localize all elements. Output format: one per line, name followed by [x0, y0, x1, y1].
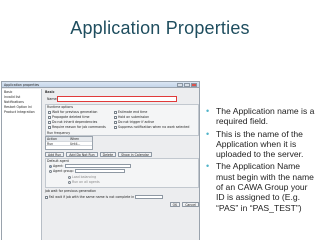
basic-form: Basic Name: Runtime options Wait for pre… — [43, 89, 199, 240]
radio-label: Agent: — [53, 164, 64, 168]
ok-button[interactable]: OK — [169, 202, 181, 207]
fail-wait-row: Fail wait if job with the same name is n… — [45, 195, 199, 200]
window-controls — [177, 83, 197, 87]
option-label: Propagate deleted time — [52, 115, 90, 119]
column-header: When — [70, 137, 80, 141]
bullet-marker-icon: • — [206, 128, 210, 139]
checkbox[interactable] — [114, 120, 117, 124]
radio-label: Load balancing — [72, 175, 97, 179]
show-in-calendar-button[interactable]: Show in Calendar — [118, 152, 152, 157]
checkbox[interactable] — [48, 125, 51, 129]
fail-wait-label: Fail wait if job with the same name is n… — [49, 195, 135, 199]
dialog-buttons: OK Cancel — [45, 202, 199, 207]
fail-wait-field[interactable] — [135, 195, 164, 199]
name-row: Name: — [45, 95, 199, 104]
table-cell: Run — [47, 141, 54, 146]
run-on-all-agents-option[interactable]: Run on all agents — [68, 180, 100, 185]
agent-group-field[interactable] — [74, 169, 125, 173]
bullet-item: • The Application name is a required fie… — [206, 106, 318, 127]
checkbox[interactable] — [48, 115, 51, 119]
radio-button[interactable] — [49, 164, 52, 168]
wait-label: Job wait for previous generation — [45, 189, 97, 193]
agent-field[interactable] — [64, 164, 131, 168]
bullet-text: This is the name of the Application when… — [216, 128, 304, 160]
dialog-title-bar: Application properties — [2, 82, 199, 88]
cancel-button[interactable]: Cancel — [182, 202, 199, 207]
option-label: Estimate end time — [118, 110, 148, 114]
minimize-button[interactable] — [177, 83, 183, 87]
application-properties-dialog: Application properties Basic Invalid lis… — [1, 81, 200, 240]
agent-group-radio[interactable]: Agent group: — [49, 169, 125, 174]
close-button[interactable] — [191, 83, 197, 87]
radio-label: Agent group: — [53, 169, 74, 173]
run-frequency-buttons: Add Run Add Do Not Run Delete Show in Ca… — [45, 152, 199, 157]
option-label: Do not inherit dependencies — [52, 120, 98, 124]
bullet-marker-icon: • — [206, 106, 210, 116]
default-agent-group: Default agent Agent: Agent group: Load b… — [45, 158, 199, 188]
checkbox[interactable] — [48, 110, 51, 114]
delete-button[interactable]: Delete — [99, 152, 117, 157]
table-cell: Until... — [70, 141, 81, 146]
bullet-list: • The Application name is a required fie… — [206, 106, 318, 215]
name-input[interactable] — [57, 96, 177, 102]
option-label: Wait for previous generation — [52, 110, 98, 114]
checkbox[interactable] — [45, 195, 48, 199]
radio-button[interactable] — [49, 169, 52, 173]
column-header: Action — [47, 137, 57, 141]
checkbox[interactable] — [114, 115, 117, 119]
run-frequency-table: Action When Run Until... — [45, 136, 93, 150]
option-label: Require reason for job commands — [52, 125, 106, 129]
bullet-item: • This is the name of the Application wh… — [206, 129, 318, 160]
maximize-button[interactable] — [184, 83, 190, 87]
radio-button[interactable] — [68, 180, 71, 184]
run-frequency-label: Run frequency — [47, 131, 71, 135]
bullet-text: The Application name is a required field… — [216, 106, 315, 127]
option-label: Do not trigger if active — [118, 120, 155, 124]
dialog-title: Application properties — [4, 83, 40, 87]
checkbox[interactable] — [114, 125, 117, 129]
table-row[interactable]: Run Until... — [46, 141, 92, 146]
checkbox[interactable] — [48, 120, 51, 124]
slide-title: Application Properties — [70, 18, 250, 38]
nav-item-product-integration[interactable]: Product Integration — [4, 110, 39, 115]
wait-previous-row: Job wait for previous generation — [45, 189, 199, 194]
option-label: Suppress notification when no work selec… — [118, 125, 190, 129]
add-run-button[interactable]: Add Run — [45, 152, 65, 157]
radio-label: Run on all agents — [72, 180, 100, 184]
checkbox[interactable] — [114, 110, 117, 114]
bullet-marker-icon: • — [206, 161, 210, 172]
option-suppress-notification[interactable]: Suppress notification when no work selec… — [114, 125, 189, 130]
name-label: Name: — [47, 97, 58, 101]
option-label: Hold on submission — [118, 115, 150, 119]
bullet-item: • The Application Name must begin with t… — [206, 161, 318, 212]
runtime-options: Runtime options Wait for previous genera… — [45, 104, 199, 136]
bullet-text: The Application Name must begin with the… — [216, 161, 314, 213]
option-require-reason[interactable]: Require reason for job commands — [48, 125, 106, 130]
add-do-not-run-button[interactable]: Add Do Not Run — [66, 152, 98, 157]
radio-button[interactable] — [68, 175, 71, 179]
dialog-nav: Basic Invalid list Notifications Restart… — [2, 89, 42, 240]
